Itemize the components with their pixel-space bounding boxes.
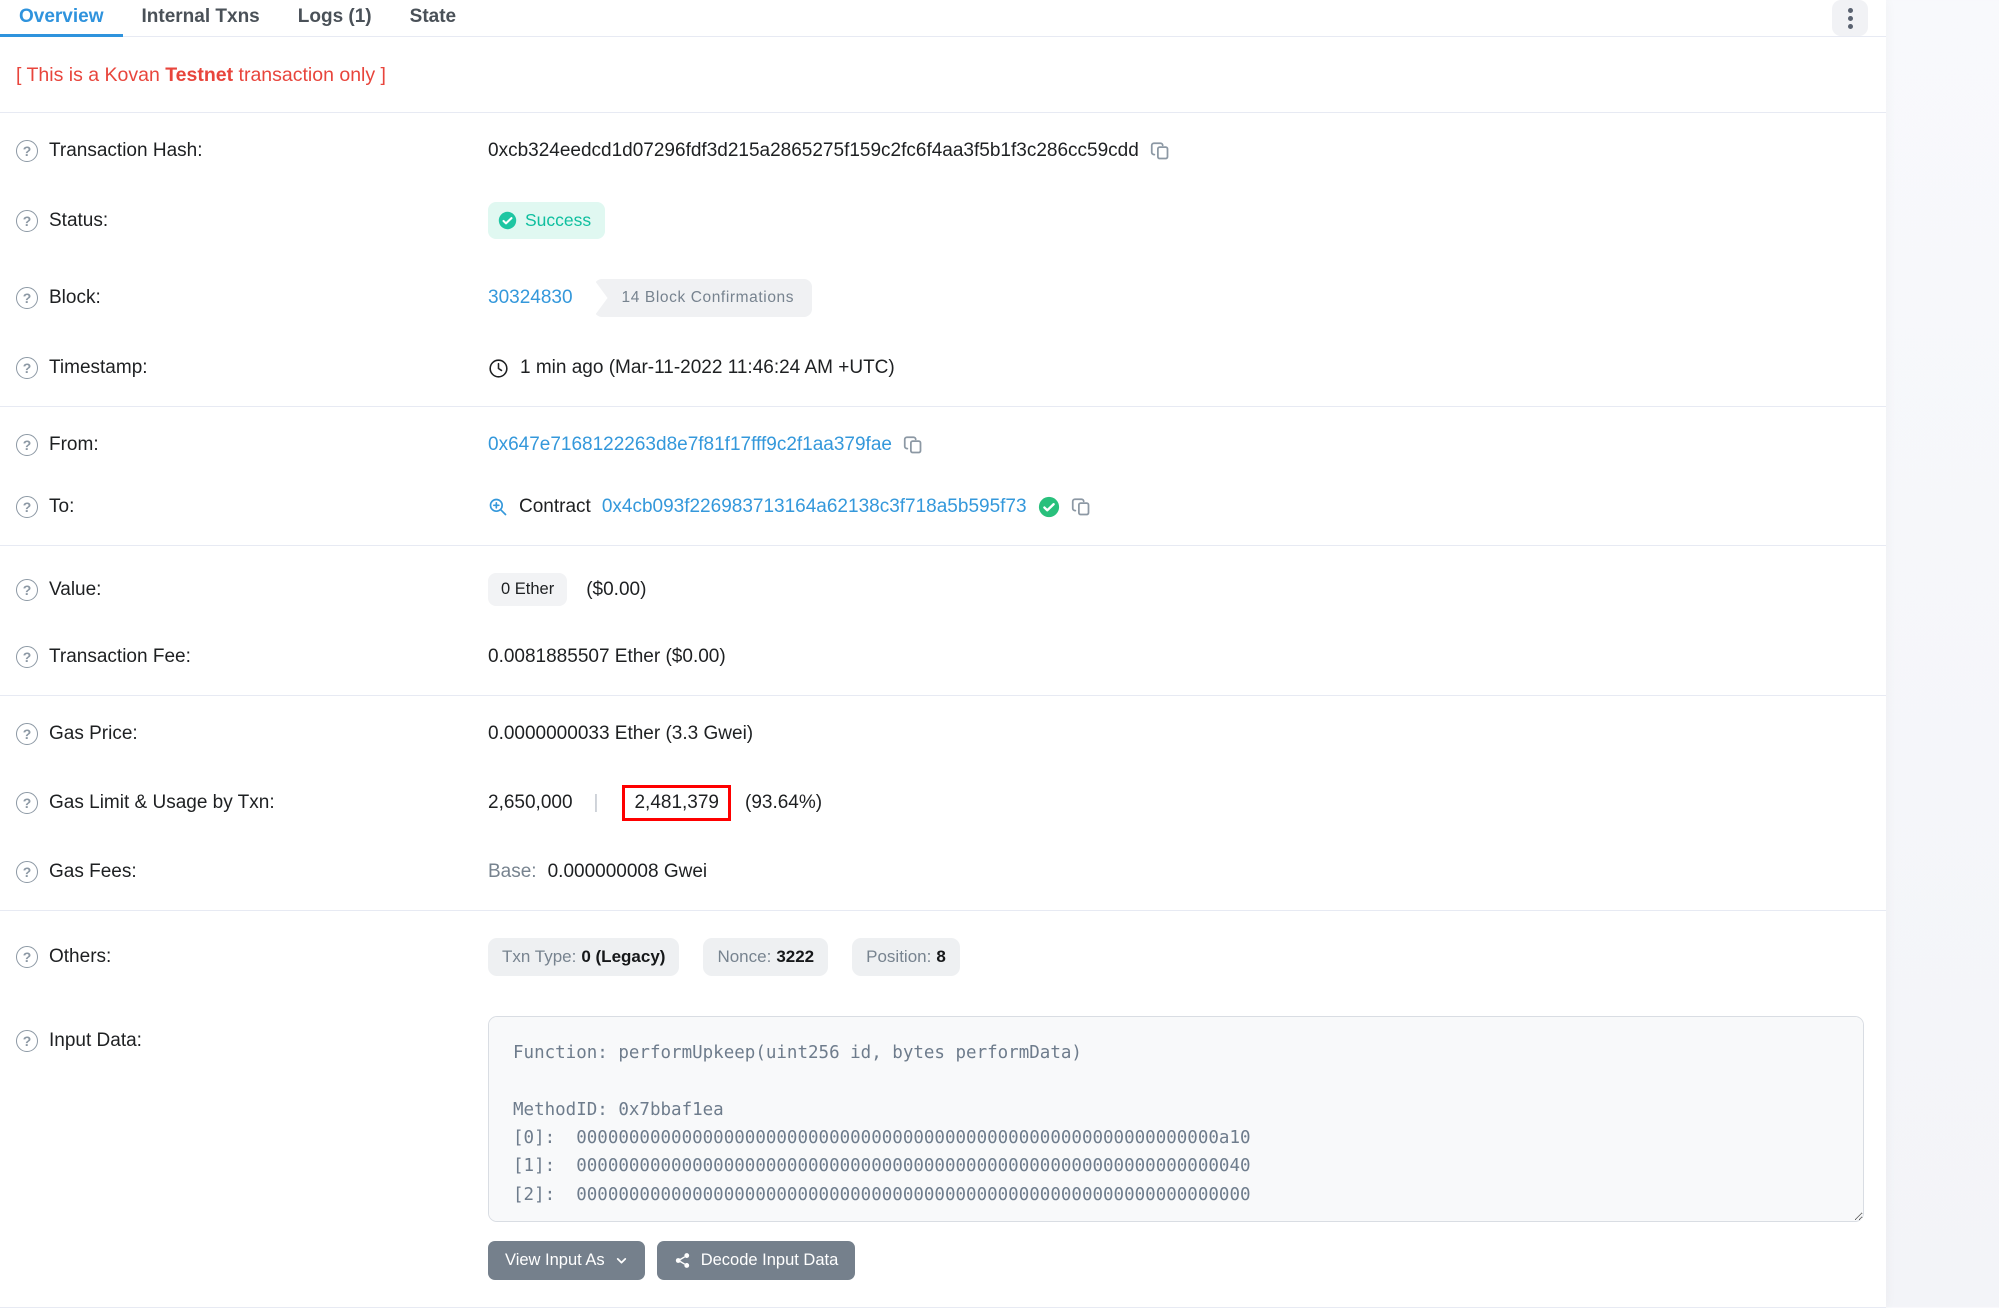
tab-bar: Overview Internal Txns Logs (1) State bbox=[0, 0, 1886, 37]
testnet-notice-suffix: transaction only ] bbox=[233, 64, 386, 86]
gas-limit-usage-row: ? Gas Limit & Usage by Txn: 2,650,000 | … bbox=[0, 765, 1886, 841]
copy-to-address-button[interactable] bbox=[1071, 497, 1092, 518]
kebab-dot-icon bbox=[1848, 24, 1853, 29]
gas-price-value: 0.0000000033 Ether (3.3 Gwei) bbox=[488, 723, 753, 745]
value-label: ? Value: bbox=[16, 579, 488, 601]
section-summary: ? Transaction Hash: 0xcb324eedcd1d07296f… bbox=[0, 113, 1886, 406]
section-others: ? Others: Txn Type:0 (Legacy) Nonce:3222… bbox=[0, 911, 1886, 1307]
transaction-hash-value: 0xcb324eedcd1d07296fdf3d215a2865275f159c… bbox=[488, 140, 1139, 162]
help-icon[interactable]: ? bbox=[16, 357, 38, 379]
transaction-fee-row: ? Transaction Fee: 0.0081885507 Ether ($… bbox=[0, 626, 1886, 688]
testnet-notice: [ This is a Kovan Testnet transaction on… bbox=[0, 37, 1886, 112]
help-icon[interactable]: ? bbox=[16, 210, 38, 232]
tab-logs[interactable]: Logs (1) bbox=[279, 0, 391, 37]
chevron-down-icon bbox=[615, 1254, 628, 1267]
section-parties: ? From: 0x647e7168122263d8e7f81f17fff9c2… bbox=[0, 407, 1886, 545]
help-icon[interactable]: ? bbox=[16, 140, 38, 162]
gas-fees-label: ? Gas Fees: bbox=[16, 861, 488, 883]
decode-input-data-button[interactable]: Decode Input Data bbox=[657, 1241, 856, 1280]
input-data-label: ? Input Data: bbox=[16, 1016, 488, 1052]
base-fee-label: Base: bbox=[488, 861, 537, 883]
timestamp-label: ? Timestamp: bbox=[16, 357, 488, 379]
value-row: ? Value: 0 Ether ($0.00) bbox=[0, 553, 1886, 626]
decode-icon bbox=[674, 1252, 691, 1269]
gas-used-percent: (93.64%) bbox=[745, 792, 822, 814]
gas-price-label: ? Gas Price: bbox=[16, 723, 488, 745]
block-label: ? Block: bbox=[16, 287, 488, 309]
magnifier-plus-icon[interactable] bbox=[488, 497, 508, 517]
to-address-link[interactable]: 0x4cb093f226983713164a62138c3f718a5b595f… bbox=[602, 496, 1027, 518]
timestamp-value: 1 min ago (Mar-11-2022 11:46:24 AM +UTC) bbox=[520, 357, 895, 379]
tab-internal-txns[interactable]: Internal Txns bbox=[123, 0, 279, 37]
verified-check-icon bbox=[1038, 496, 1060, 518]
testnet-notice-prefix: [ This is a Kovan bbox=[16, 64, 165, 86]
status-badge: Success bbox=[488, 202, 605, 239]
gas-used-highlight-box: 2,481,379 bbox=[622, 785, 731, 821]
gas-separator: | bbox=[594, 792, 599, 814]
from-address-link[interactable]: 0x647e7168122263d8e7f81f17fff9c2f1aa379f… bbox=[488, 434, 892, 456]
testnet-notice-bold: Testnet bbox=[165, 64, 233, 86]
help-icon[interactable]: ? bbox=[16, 723, 38, 745]
txn-type-badge: Txn Type:0 (Legacy) bbox=[488, 938, 679, 976]
from-row: ? From: 0x647e7168122263d8e7f81f17fff9c2… bbox=[0, 414, 1886, 476]
gas-fees-row: ? Gas Fees: Base: 0.000000008 Gwei bbox=[0, 841, 1886, 903]
status-label: ? Status: bbox=[16, 210, 488, 232]
gas-limit-usage-label: ? Gas Limit & Usage by Txn: bbox=[16, 792, 488, 814]
copy-icon bbox=[1150, 141, 1171, 162]
input-data-textarea[interactable]: Function: performUpkeep(uint256 id, byte… bbox=[488, 1016, 1864, 1222]
gas-used-value: 2,481,379 bbox=[634, 792, 719, 813]
base-fee-value: 0.000000008 Gwei bbox=[548, 861, 708, 883]
gas-price-row: ? Gas Price: 0.0000000033 Ether (3.3 Gwe… bbox=[0, 703, 1886, 765]
help-icon[interactable]: ? bbox=[16, 434, 38, 456]
others-label: ? Others: bbox=[16, 946, 488, 968]
transaction-overview-card: Overview Internal Txns Logs (1) State [ … bbox=[0, 0, 1886, 1307]
gas-limit-value: 2,650,000 bbox=[488, 792, 573, 814]
usd-value: ($0.00) bbox=[586, 579, 646, 601]
tab-state[interactable]: State bbox=[391, 0, 475, 37]
help-icon[interactable]: ? bbox=[16, 792, 38, 814]
status-row: ? Status: Success bbox=[0, 182, 1886, 259]
more-options-button[interactable] bbox=[1832, 0, 1868, 36]
help-icon[interactable]: ? bbox=[16, 1030, 38, 1052]
clock-icon bbox=[488, 358, 509, 379]
transaction-hash-row: ? Transaction Hash: 0xcb324eedcd1d07296f… bbox=[0, 120, 1886, 182]
input-data-row: ? Input Data: Function: performUpkeep(ui… bbox=[0, 996, 1886, 1300]
nonce-badge: Nonce:3222 bbox=[703, 938, 828, 976]
view-input-as-button[interactable]: View Input As bbox=[488, 1241, 645, 1280]
others-row: ? Others: Txn Type:0 (Legacy) Nonce:3222… bbox=[0, 918, 1886, 996]
transaction-fee-label: ? Transaction Fee: bbox=[16, 646, 488, 668]
help-icon[interactable]: ? bbox=[16, 579, 38, 601]
from-label: ? From: bbox=[16, 434, 488, 456]
help-icon[interactable]: ? bbox=[16, 946, 38, 968]
block-confirmations-badge: 14 Block Confirmations bbox=[594, 279, 813, 317]
kebab-dot-icon bbox=[1848, 8, 1853, 13]
help-icon[interactable]: ? bbox=[16, 287, 38, 309]
transaction-hash-label: ? Transaction Hash: bbox=[16, 140, 488, 162]
copy-hash-button[interactable] bbox=[1150, 141, 1171, 162]
check-circle-icon bbox=[498, 211, 517, 230]
copy-from-address-button[interactable] bbox=[903, 435, 924, 456]
to-row: ? To: Contract 0x4cb093f226983713164a621… bbox=[0, 476, 1886, 538]
to-label: ? To: bbox=[16, 496, 488, 518]
transaction-fee-value: 0.0081885507 Ether ($0.00) bbox=[488, 646, 726, 668]
position-badge: Position:8 bbox=[852, 938, 960, 976]
input-data-actions: View Input As Decode Input Data bbox=[488, 1241, 1864, 1280]
help-icon[interactable]: ? bbox=[16, 496, 38, 518]
help-icon[interactable]: ? bbox=[16, 646, 38, 668]
section-gas: ? Gas Price: 0.0000000033 Ether (3.3 Gwe… bbox=[0, 696, 1886, 910]
timestamp-row: ? Timestamp: 1 min ago (Mar-11-2022 11:4… bbox=[0, 337, 1886, 399]
kebab-dot-icon bbox=[1848, 16, 1853, 21]
section-value: ? Value: 0 Ether ($0.00) ? Transaction F… bbox=[0, 546, 1886, 695]
tab-overview[interactable]: Overview bbox=[0, 0, 123, 37]
block-number-link[interactable]: 30324830 bbox=[488, 287, 573, 309]
block-row: ? Block: 30324830 14 Block Confirmations bbox=[0, 259, 1886, 337]
to-type: Contract bbox=[519, 496, 591, 518]
ether-value-badge: 0 Ether bbox=[488, 573, 567, 606]
copy-icon bbox=[1071, 497, 1092, 518]
copy-icon bbox=[903, 435, 924, 456]
help-icon[interactable]: ? bbox=[16, 861, 38, 883]
